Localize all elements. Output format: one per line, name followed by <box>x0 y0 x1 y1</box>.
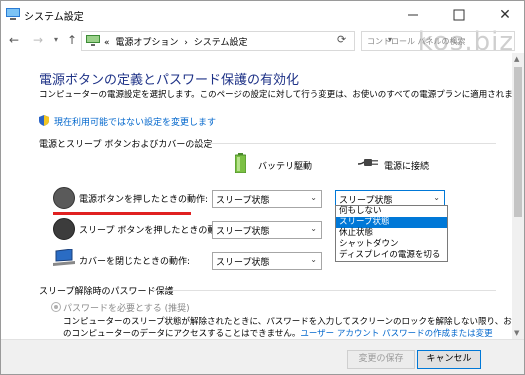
recent-locations-chevron-icon[interactable]: ▾ <box>49 33 63 47</box>
highlight-underline <box>53 212 191 215</box>
section-divider <box>191 143 496 144</box>
maximize-button[interactable] <box>441 1 477 29</box>
sleep-button-icon <box>53 218 75 240</box>
power-buttons-section-title: 電源とスリープ ボタンおよびカバーの設定 <box>39 140 213 150</box>
require-password-radio[interactable] <box>51 302 61 312</box>
scroll-up-arrow-icon[interactable]: ▲ <box>514 55 519 63</box>
select-value: スリープ状態 <box>216 258 270 268</box>
dropdown-option-turn-off-display[interactable]: ディスプレイの電源を切る <box>336 250 447 261</box>
scrollbar-thumb[interactable] <box>514 67 522 217</box>
plugged-in-column-header: 電源に接続 <box>384 162 430 172</box>
minimize-icon <box>408 14 418 16</box>
chevron-down-icon: ⌄ <box>310 193 317 202</box>
password-description-line2: のコンピューターのデータにアクセスすることはできません。ユーザー アカウント パ… <box>63 327 493 339</box>
window-title: システム設定 <box>24 12 84 23</box>
lid-close-label: カバーを閉じたときの動作: <box>79 257 191 267</box>
cancel-button[interactable]: キャンセル <box>417 350 481 369</box>
title-bar: システム設定 ✕ <box>1 1 524 29</box>
password-description-text: のコンピューターのデータにアクセスすることはできません。 <box>63 329 301 339</box>
chevron-down-icon: ⌄ <box>433 193 440 202</box>
refresh-icon[interactable]: ⟳ <box>337 33 346 46</box>
require-password-label: パスワードを必要とする (推奨) <box>63 304 190 314</box>
change-unavailable-settings-link[interactable]: 現在利用可能ではない設定を変更します <box>54 115 216 128</box>
search-placeholder: コントロール パネルの検索 <box>367 37 466 46</box>
page-title: 電源ボタンの定義とパスワード保護の有効化 <box>39 73 300 88</box>
minimize-button[interactable] <box>395 1 431 29</box>
battery-column-header: バッテリ駆動 <box>258 162 313 172</box>
breadcrumb-system-settings[interactable]: システム設定 <box>194 38 248 48</box>
system-settings-window: システム設定 ✕ kos.biz ← → ▾ ↑ « 電源オプション › システ… <box>0 0 525 375</box>
power-button-battery-select[interactable]: スリープ状態 ⌄ <box>212 190 322 208</box>
password-description-line1: コンピューターのスリープ状態が解除されたときに、パスワードを入力してスクリーンの… <box>63 317 525 327</box>
battery-icon <box>235 153 246 173</box>
close-button[interactable]: ✕ <box>487 1 523 29</box>
dropdown-option-shutdown[interactable]: シャットダウン <box>336 239 447 250</box>
sleep-button-label: スリープ ボタンを押したときの動作: <box>79 226 229 236</box>
address-bar[interactable]: « 電源オプション › システム設定 ▾ <box>81 31 392 51</box>
breadcrumb-power-options[interactable]: 電源オプション <box>115 38 178 48</box>
breadcrumb-overflow[interactable]: « <box>104 38 110 48</box>
breadcrumb: « 電源オプション › システム設定 <box>104 35 251 48</box>
lid-close-battery-select[interactable]: スリープ状態 ⌄ <box>212 252 322 270</box>
select-value: スリープ状態 <box>216 196 270 206</box>
address-bar-row: ← → ▾ ↑ « 電源オプション › システム設定 ▾ ⟳ コントロール パネ… <box>1 29 524 53</box>
power-button-label: 電源ボタンを押したときの動作: <box>79 195 209 205</box>
control-panel-icon <box>6 8 20 20</box>
forward-arrow-icon[interactable]: → <box>31 33 45 47</box>
search-input[interactable]: コントロール パネルの検索 <box>361 31 515 51</box>
save-changes-button[interactable]: 変更の保存 <box>347 350 415 369</box>
dropdown-option-hibernate[interactable]: 休止状態 <box>336 228 447 239</box>
back-arrow-icon[interactable]: ← <box>7 33 21 47</box>
breadcrumb-separator: › <box>184 38 188 48</box>
maximize-icon <box>453 9 465 21</box>
select-value: スリープ状態 <box>216 227 270 237</box>
vertical-scrollbar[interactable]: ▲ ▼ <box>512 53 524 339</box>
power-button-icon <box>53 187 75 209</box>
scroll-down-arrow-icon[interactable]: ▼ <box>514 329 519 337</box>
chevron-down-icon: ⌄ <box>310 224 317 233</box>
plugged-action-dropdown-list: 何もしない スリープ状態 休止状態 シャットダウン ディスプレイの電源を切る <box>335 205 448 262</box>
control-panel-icon <box>86 35 100 46</box>
up-arrow-icon[interactable]: ↑ <box>65 33 79 47</box>
close-icon: ✕ <box>499 7 511 23</box>
dropdown-option-do-nothing[interactable]: 何もしない <box>336 206 447 217</box>
footer-bar: 変更の保存 キャンセル <box>1 339 524 374</box>
page-description: コンピューターの電源設定を選択します。このページの設定に対して行う変更は、お使い… <box>39 90 525 100</box>
dropdown-option-sleep[interactable]: スリープ状態 <box>336 217 447 228</box>
sleep-button-battery-select[interactable]: スリープ状態 ⌄ <box>212 221 322 239</box>
main-content: 電源ボタンの定義とパスワード保護の有効化 コンピューターの電源設定を選択します。… <box>1 53 524 339</box>
laptop-lid-icon <box>53 249 75 266</box>
section-divider <box>153 290 496 291</box>
user-account-password-link[interactable]: ユーザー アカウント パスワードの作成または変更 <box>300 329 492 339</box>
uac-shield-icon <box>39 115 49 126</box>
power-plug-icon <box>358 159 378 166</box>
chevron-down-icon: ⌄ <box>310 255 317 264</box>
